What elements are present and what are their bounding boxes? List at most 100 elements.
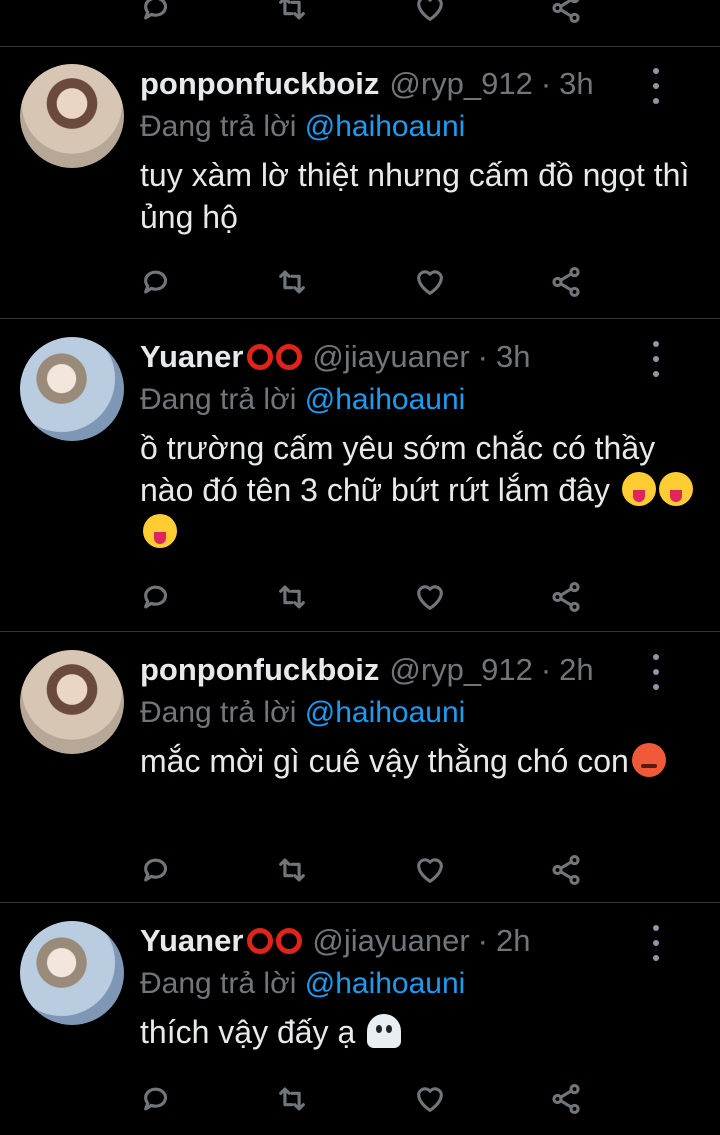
- like-icon: [417, 0, 443, 21]
- share-button[interactable]: [546, 0, 586, 28]
- tongue-emoji: [658, 472, 693, 506]
- retweet-icon: [279, 270, 305, 294]
- retweet-icon: [279, 858, 305, 882]
- timestamp[interactable]: 3h: [559, 66, 593, 102]
- tongue-emoji: [143, 514, 177, 548]
- reply-icon: [144, 858, 168, 882]
- user-handle[interactable]: @ryp_912: [389, 652, 533, 688]
- reply-button[interactable]: [137, 1079, 177, 1119]
- like-button[interactable]: [410, 1079, 450, 1119]
- like-icon: [417, 1087, 443, 1112]
- timestamp[interactable]: 2h: [496, 923, 530, 959]
- action-bar: [0, 1079, 720, 1119]
- reply-icon: [144, 0, 168, 20]
- ghost-emoji: [367, 1014, 402, 1048]
- reply-context: Đang trả lời @haihoauni: [140, 383, 465, 417]
- reply-prefix: Đang trả lời: [140, 696, 297, 729]
- reply-mention[interactable]: @haihoauni: [305, 110, 466, 143]
- separator: ·: [540, 652, 552, 687]
- share-button[interactable]: [546, 577, 586, 617]
- share-icon: [552, 0, 580, 24]
- share-button[interactable]: [546, 262, 586, 302]
- red-circles-emoji: [247, 344, 303, 370]
- reply-prefix: Đang trả lời: [140, 967, 297, 1000]
- like-icon: [417, 270, 443, 295]
- reply-icon: [144, 585, 168, 609]
- retweet-button[interactable]: [272, 0, 312, 28]
- reply-context: Đang trả lời @haihoauni: [140, 967, 465, 1001]
- more-icon[interactable]: [652, 925, 660, 961]
- retweet-icon: [279, 1087, 305, 1111]
- separator: ·: [477, 339, 488, 374]
- retweet-button[interactable]: [272, 262, 312, 302]
- like-icon: [417, 585, 443, 610]
- retweet-button[interactable]: [272, 577, 312, 617]
- tweet-header: Yuaner @jiayuaner · 2h: [140, 923, 700, 967]
- reply-mention[interactable]: @haihoauni: [305, 383, 466, 416]
- red-circles-emoji: [247, 928, 303, 954]
- avatar[interactable]: [20, 64, 124, 168]
- tweet-header: ponponfuckboiz @ryp_912 · 2h: [140, 652, 700, 696]
- reply-icon: [144, 270, 168, 294]
- reply-prefix: Đang trả lời: [140, 110, 297, 143]
- tweet[interactable]: Yuaner @jiayuaner · 2h Đang trả lời @hai…: [0, 903, 720, 1135]
- share-button[interactable]: [546, 1079, 586, 1119]
- reply-button[interactable]: [137, 0, 177, 28]
- retweet-icon: [279, 0, 305, 20]
- display-name[interactable]: ponponfuckboiz: [140, 66, 379, 102]
- user-handle[interactable]: @ryp_912: [389, 66, 533, 102]
- share-icon: [552, 1083, 580, 1115]
- display-name[interactable]: Yuaner: [140, 339, 243, 375]
- user-handle[interactable]: @jiayuaner: [312, 339, 469, 375]
- tweet[interactable]: ponponfuckboiz @ryp_912 · 2h Đang trả lờ…: [0, 632, 720, 903]
- reply-mention[interactable]: @haihoauni: [305, 696, 466, 729]
- angry-face-emoji: [631, 743, 666, 777]
- reply-button[interactable]: [137, 577, 177, 617]
- display-name[interactable]: ponponfuckboiz: [140, 652, 379, 688]
- separator: ·: [477, 923, 488, 958]
- share-button[interactable]: [546, 850, 586, 890]
- more-icon[interactable]: [652, 654, 660, 690]
- tweet-text: ồ trường cấm yêu sớm chắc có thầy nào đó…: [140, 427, 700, 553]
- more-icon[interactable]: [652, 341, 660, 377]
- display-name[interactable]: Yuaner: [140, 923, 243, 959]
- retweet-icon: [279, 585, 305, 609]
- tongue-emoji: [621, 472, 656, 506]
- tweet-text: mắc mời gì cuê vậy thằng chó con: [140, 740, 700, 782]
- separator: ·: [540, 66, 552, 101]
- like-button[interactable]: [410, 850, 450, 890]
- action-bar: [0, 0, 720, 28]
- tweet[interactable]: ponponfuckboiz @ryp_912 · 3h Đang trả lờ…: [0, 46, 720, 319]
- reply-icon: [144, 1087, 168, 1111]
- timestamp[interactable]: 3h: [496, 339, 530, 375]
- reply-prefix: Đang trả lời: [140, 383, 297, 416]
- tweet-text: tuy xàm lờ thiệt nhưng cấm đồ ngọt thì ủ…: [140, 157, 690, 235]
- avatar[interactable]: [20, 650, 124, 754]
- retweet-button[interactable]: [272, 850, 312, 890]
- timestamp[interactable]: 2h: [559, 652, 593, 688]
- reply-mention[interactable]: @haihoauni: [305, 967, 466, 1000]
- tweet-header: Yuaner @jiayuaner · 3h: [140, 339, 700, 383]
- retweet-button[interactable]: [272, 1079, 312, 1119]
- tweet-text: thích vậy đấy ạ: [140, 1011, 700, 1053]
- tweet[interactable]: Yuaner @jiayuaner · 3h Đang trả lời @hai…: [0, 319, 720, 632]
- avatar[interactable]: [20, 921, 124, 1025]
- action-bar: [0, 262, 720, 302]
- action-bar: [0, 577, 720, 617]
- tweet-header: ponponfuckboiz @ryp_912 · 3h: [140, 66, 700, 110]
- like-button[interactable]: [410, 262, 450, 302]
- action-bar: [0, 850, 720, 890]
- like-button[interactable]: [410, 0, 450, 28]
- avatar[interactable]: [20, 337, 124, 441]
- reply-context: Đang trả lời @haihoauni: [140, 110, 465, 144]
- previous-tweet-actions: [0, 0, 720, 47]
- like-button[interactable]: [410, 577, 450, 617]
- share-icon: [552, 854, 580, 886]
- reply-button[interactable]: [137, 850, 177, 890]
- like-icon: [417, 858, 443, 883]
- share-icon: [552, 581, 580, 613]
- more-icon[interactable]: [652, 68, 660, 104]
- user-handle[interactable]: @jiayuaner: [312, 923, 469, 959]
- share-icon: [552, 266, 580, 298]
- reply-button[interactable]: [137, 262, 177, 302]
